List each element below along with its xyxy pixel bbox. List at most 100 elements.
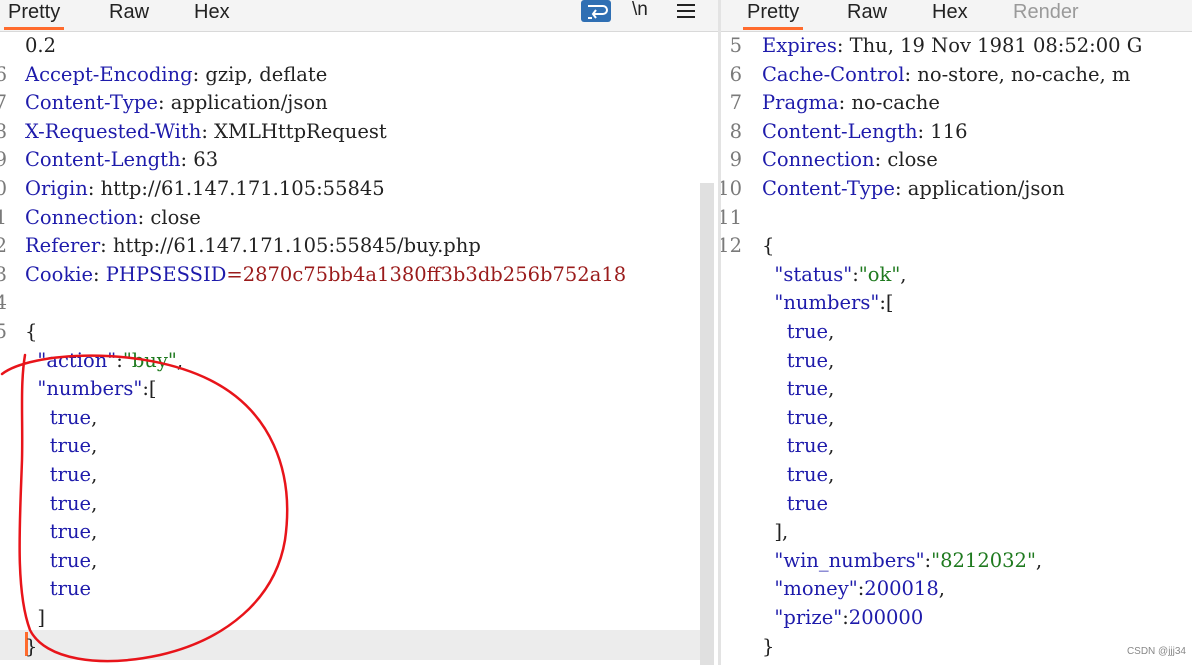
header-separator: :: [87, 177, 101, 200]
tab-pretty[interactable]: Pretty: [4, 0, 65, 30]
json-boolean: true: [49, 491, 92, 515]
cookie-equals: =: [226, 262, 243, 286]
header-name: Accept-Encoding: [25, 62, 193, 86]
header-name: Content-Length: [25, 148, 181, 172]
line-content: "money":200018,: [762, 575, 945, 604]
json-colon: :: [879, 291, 886, 315]
tab-hex[interactable]: Hex: [932, 0, 968, 27]
header-value: 116: [930, 119, 968, 143]
plain-text: {: [25, 320, 38, 343]
code-line: true,: [0, 518, 718, 547]
header-value: no-store, no-cache, m: [917, 62, 1131, 86]
json-punctuation: ,: [91, 463, 98, 486]
plain-text: ]: [37, 606, 46, 629]
tab-raw[interactable]: Raw: [109, 0, 149, 27]
tab-raw[interactable]: Raw: [847, 0, 887, 27]
json-boolean: true: [49, 405, 92, 429]
code-line: "action":"buy",: [0, 347, 718, 376]
line-content: true,: [25, 461, 97, 490]
header-value: Thu, 19 Nov 1981 08:52:00 G: [849, 34, 1143, 57]
line-content: true,: [762, 318, 834, 347]
response-tab-bar: Pretty Raw Hex Render: [721, 0, 1192, 32]
header-separator: :: [201, 119, 215, 143]
header-name: Origin: [25, 177, 88, 200]
header-separator: :: [917, 119, 931, 143]
line-content: X-Requested-With: XMLHttpRequest: [25, 118, 387, 147]
header-separator: :: [93, 262, 106, 286]
header-value: http://61.147.171.105:55845/buy.php: [112, 234, 481, 258]
line-content: {: [762, 232, 774, 261]
response-pane: Pretty Raw Hex Render 5 Expires: Thu, 19 …: [721, 0, 1192, 665]
code-line: 3 Cookie: PHPSESSID=2870c75bb4a1380ff3b3d…: [0, 261, 718, 290]
json-colon: :: [142, 377, 149, 401]
wrap-lines-icon[interactable]: [581, 0, 611, 22]
code-line: 2 Referer: http://61.147.171.105:55845/bu…: [0, 232, 718, 261]
json-boolean: true: [786, 405, 829, 429]
line-number: 10: [721, 177, 742, 200]
code-line: "status":"ok",: [721, 261, 1192, 290]
json-punctuation: ,: [91, 434, 98, 458]
json-boolean: true: [786, 434, 829, 458]
code-line: 0.2: [0, 32, 718, 61]
tab-render[interactable]: Render: [1013, 0, 1079, 27]
line-content: Origin: http://61.147.171.105:55845: [25, 175, 385, 204]
json-key: "numbers": [774, 291, 880, 315]
code-line: true,: [0, 432, 718, 461]
header-value: application/json: [170, 91, 328, 115]
line-content: true,: [762, 347, 834, 376]
line-content: "action":"buy",: [25, 347, 183, 376]
header-name: Connection: [25, 205, 138, 229]
code-line: 6 Cache-Control: no-store, no-cache, m: [721, 61, 1192, 90]
line-content: true,: [25, 547, 97, 576]
line-content: "numbers":[: [25, 375, 156, 404]
line-number: 12: [721, 234, 742, 258]
line-content: "numbers":[: [762, 289, 893, 318]
json-boolean: true: [786, 463, 829, 486]
line-number: 8: [729, 119, 742, 143]
header-name: Pragma: [762, 91, 839, 115]
json-colon: :: [852, 262, 859, 286]
json-key: "numbers": [37, 377, 143, 401]
code-line: "prize":200000: [721, 604, 1192, 633]
tab-pretty[interactable]: Pretty: [743, 0, 804, 30]
header-separator: :: [904, 62, 918, 86]
code-line: 4: [0, 289, 718, 318]
json-punctuation: ,: [91, 491, 98, 515]
line-number: 5: [729, 34, 742, 57]
vertical-scrollbar[interactable]: [700, 183, 714, 665]
line-content: Connection: close: [762, 146, 938, 175]
code-line: "win_numbers":"8212032",: [721, 547, 1192, 576]
request-tab-bar: Pretty Raw Hex \n: [0, 0, 718, 32]
tab-hex[interactable]: Hex: [194, 0, 230, 27]
request-editor[interactable]: 0.2 6 Accept-Encoding: gzip, deflate 7 Conte…: [0, 32, 718, 665]
code-line: "numbers":[: [0, 375, 718, 404]
code-line: true: [721, 490, 1192, 519]
newline-toggle-button[interactable]: \n: [632, 0, 648, 22]
line-content: ]: [25, 604, 45, 633]
line-number: 9: [729, 148, 742, 172]
code-line: true,: [0, 461, 718, 490]
json-boolean: true: [49, 577, 92, 601]
header-separator: :: [894, 177, 908, 200]
json-boolean: true: [786, 320, 829, 343]
line-content: true,: [25, 490, 97, 519]
line-content: 0.2: [25, 32, 56, 61]
header-value: gzip, deflate: [205, 62, 328, 86]
json-key: "money": [774, 577, 858, 601]
code-line: 9 Content-Length: 63: [0, 146, 718, 175]
plain-text: }: [762, 634, 775, 658]
code-line: ],: [721, 518, 1192, 547]
hamburger-menu-icon[interactable]: [677, 0, 695, 22]
header-separator: :: [180, 148, 194, 172]
response-editor[interactable]: 5 Expires: Thu, 19 Nov 1981 08:52:00 G 6 Ca…: [721, 32, 1192, 665]
code-line: 6 Accept-Encoding: gzip, deflate: [0, 61, 718, 90]
line-content: Content-Type: application/json: [25, 89, 328, 118]
line-content: "win_numbers":"8212032",: [762, 547, 1042, 576]
